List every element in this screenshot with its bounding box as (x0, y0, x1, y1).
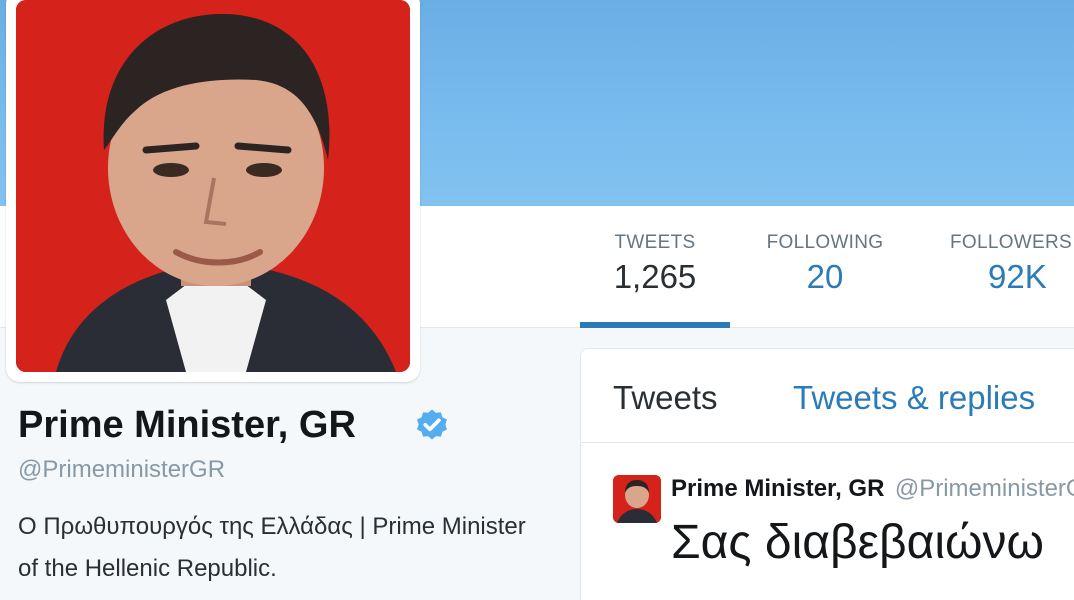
profile-name[interactable]: Prime Minister, GR (18, 404, 356, 447)
stat-following-label: FOLLOWING (766, 232, 884, 253)
stat-followers[interactable]: FOLLOWERS 92K (950, 232, 1074, 296)
tab-tweets-and-replies[interactable]: Tweets & replies (793, 379, 1035, 417)
verified-badge-icon (417, 409, 447, 440)
stat-followers-value: 92K (988, 258, 1047, 295)
tweet-header: Prime Minister, GR @PrimeministerGR (671, 475, 1074, 503)
avatar-photo (16, 0, 410, 372)
tweet-avatar[interactable] (613, 475, 661, 523)
active-tab-indicator (580, 322, 730, 328)
stat-followers-label: FOLLOWERS (950, 232, 1072, 253)
person-portrait-icon (613, 475, 661, 523)
profile-handle[interactable]: @PrimeministerGR (18, 456, 225, 484)
tweet-text: Σας διαβεβαιώνω (671, 516, 1045, 569)
timeline-panel: Tweets Tweets & replies Prime Minister, … (580, 348, 1074, 600)
profile-avatar[interactable] (6, 0, 420, 382)
stat-following[interactable]: FOLLOWING 20 (752, 232, 898, 296)
tweet-author-name[interactable]: Prime Minister, GR (671, 475, 884, 502)
stat-following-value: 20 (806, 258, 844, 295)
stat-tweets-value: 1,265 (613, 258, 697, 295)
stat-tweets-label: TWEETS (614, 232, 696, 253)
profile-bio: Ο Πρωθυπουργός της Ελλάδας | Prime Minis… (18, 513, 526, 582)
timeline-tabs: Tweets Tweets & replies (581, 349, 1074, 443)
tweet-author-handle[interactable]: @PrimeministerGR (895, 475, 1074, 502)
tab-tweets[interactable]: Tweets (613, 379, 718, 417)
person-portrait-icon (16, 0, 410, 372)
stat-tweets[interactable]: TWEETS 1,265 (580, 232, 730, 296)
